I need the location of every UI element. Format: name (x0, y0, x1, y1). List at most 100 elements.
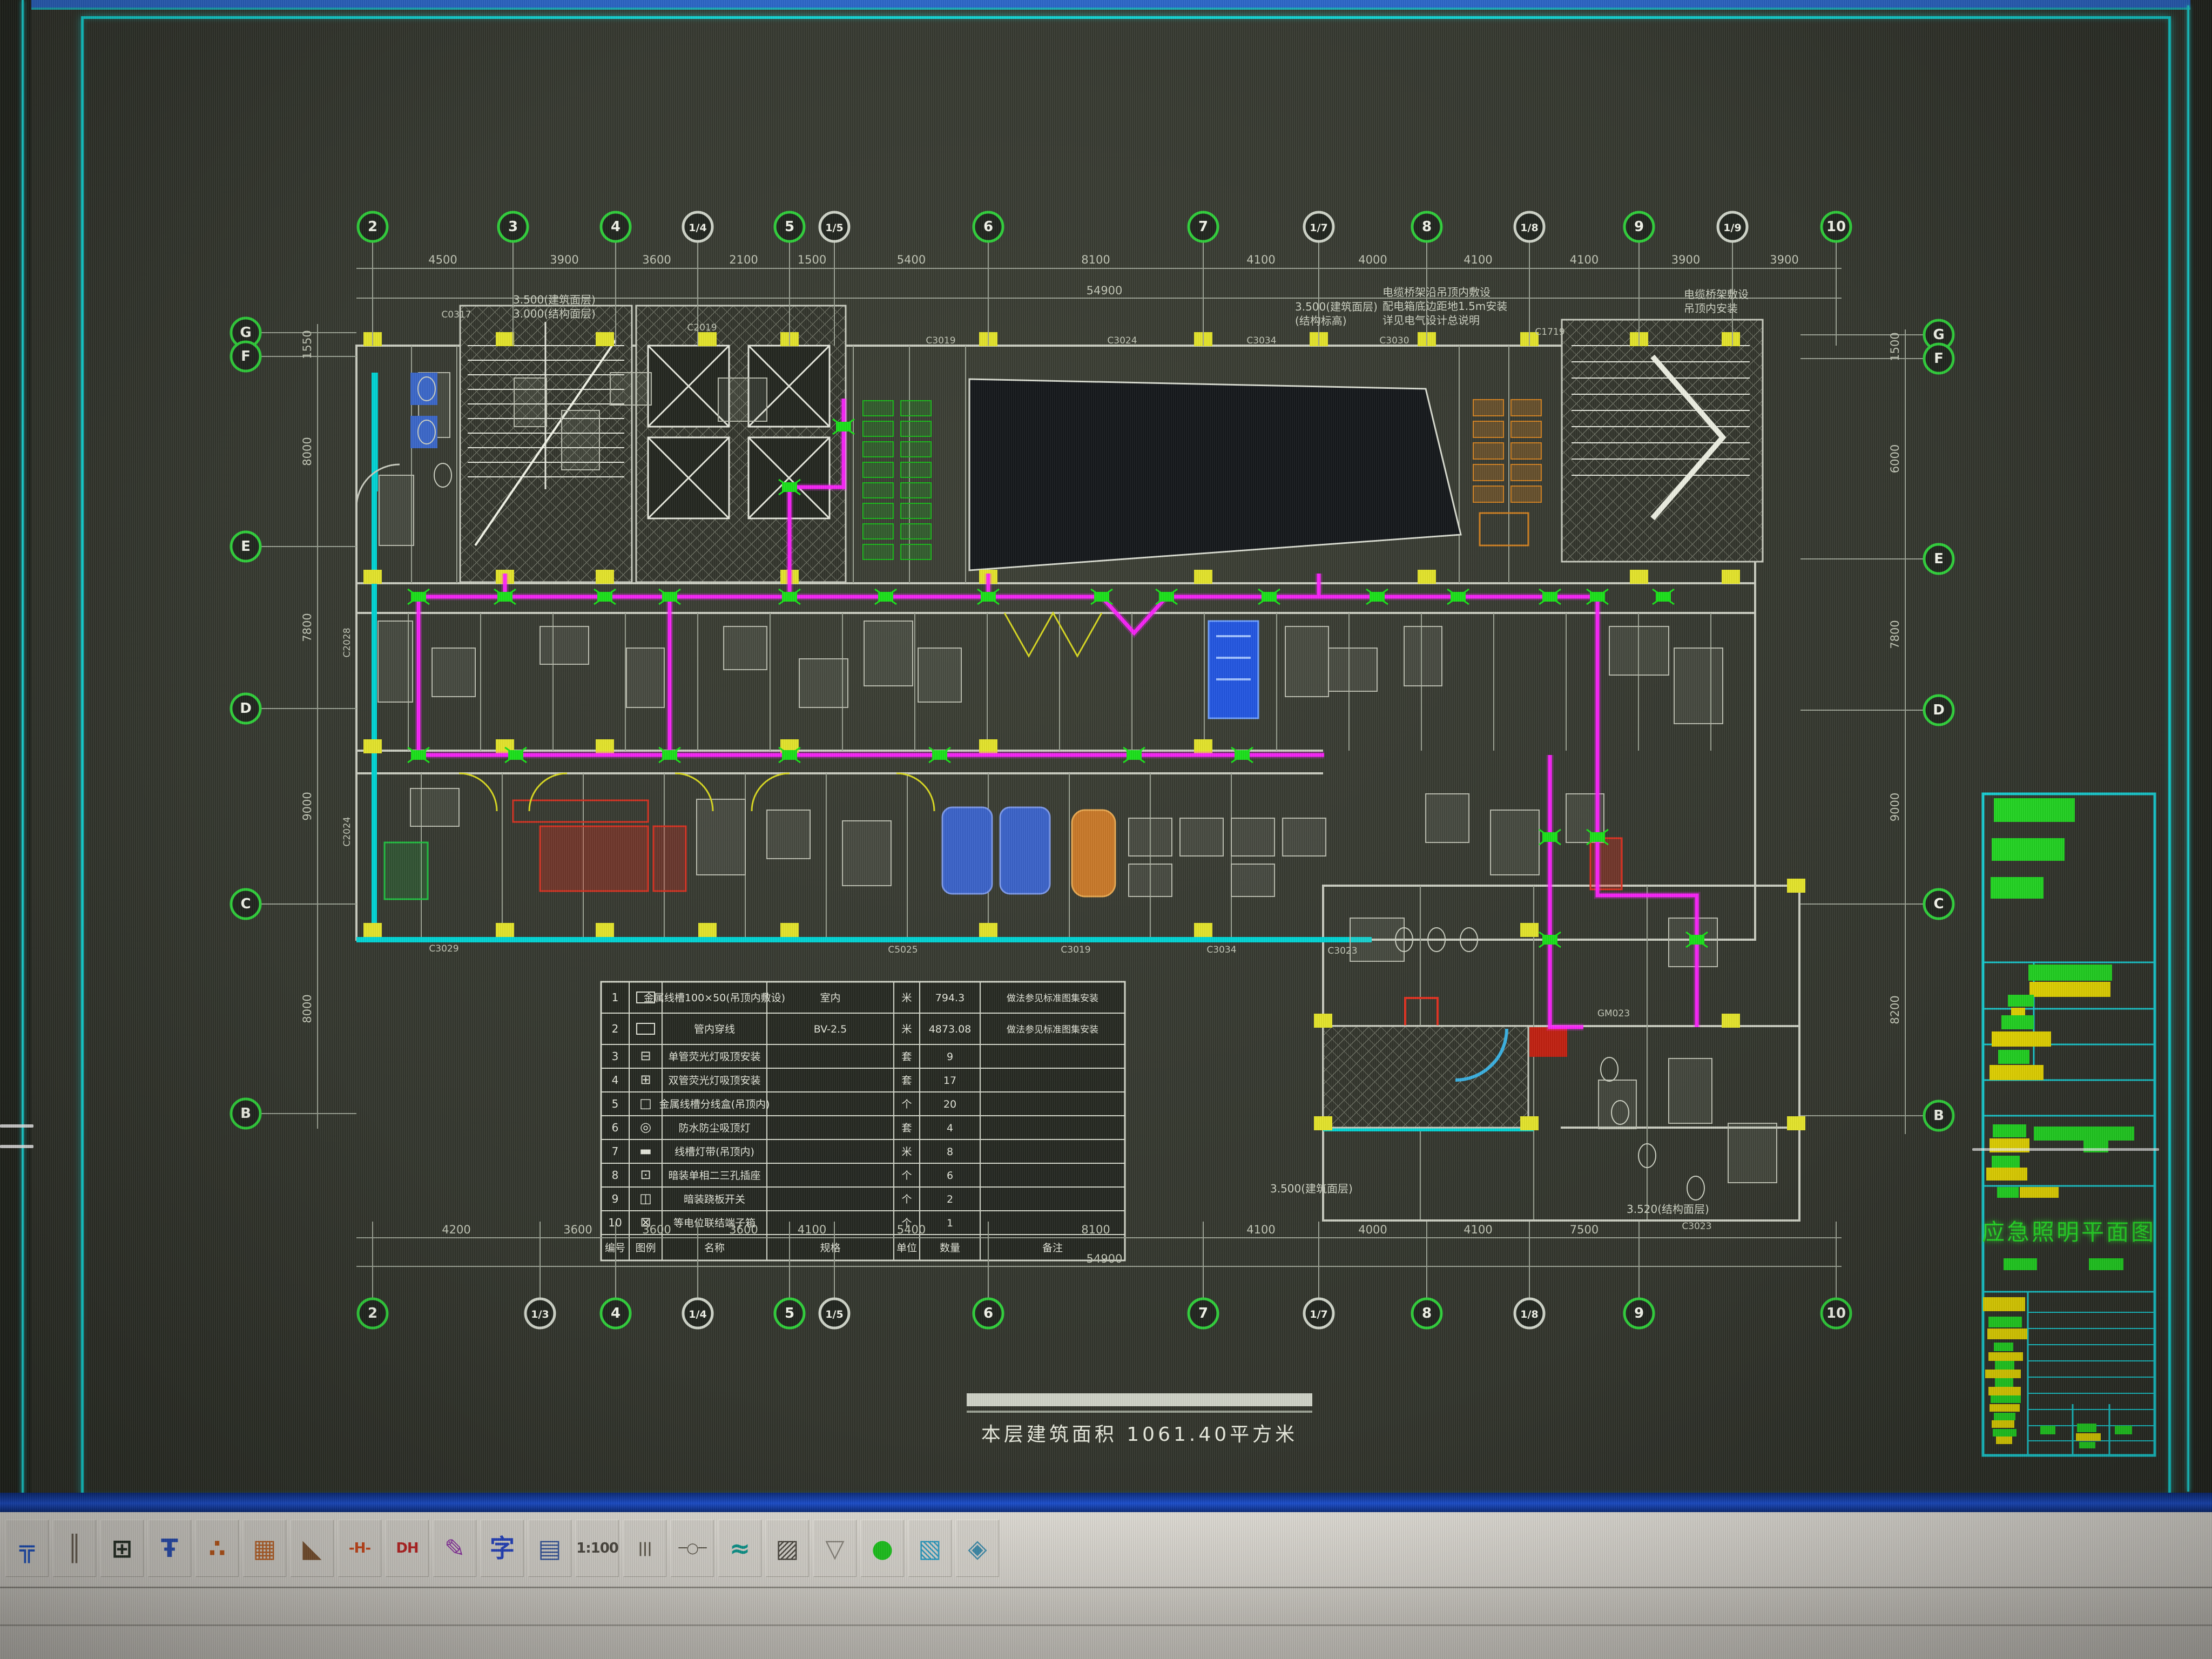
pipe-columns-icon[interactable]: ║ (53, 1520, 96, 1577)
grid-bubble: 6 (974, 212, 1003, 241)
svg-text:9: 9 (1634, 219, 1644, 235)
dimension-label: 8100 (1081, 1223, 1110, 1236)
grid-bubble: 7 (1189, 1299, 1218, 1328)
grid-bubble: E (1924, 544, 1953, 574)
svg-text:1/4: 1/4 (689, 1309, 706, 1320)
stairs-icon[interactable]: ◣ (291, 1520, 334, 1577)
svg-text:1/3: 1/3 (531, 1309, 549, 1320)
render-sphere-icon[interactable]: ● (861, 1520, 904, 1577)
text-style-icon[interactable]: 字 (481, 1520, 524, 1577)
legend-cell: 室内 (820, 992, 840, 1004)
floor-plan-drawing[interactable]: 1金属线槽100×50(吊顶内敷设)室内米794.3做法参见标准图集安装2管内穿… (0, 0, 2212, 1659)
svg-text:F: F (1934, 350, 1944, 367)
circuit-device (1091, 589, 1112, 604)
hatch-edit-icon[interactable]: ▨ (766, 1520, 809, 1577)
title-block-text-bar (2029, 982, 2110, 997)
status-band (0, 1588, 2212, 1659)
legend-cell: 1 (947, 1217, 953, 1229)
title-block-text-bar (1988, 1317, 2022, 1327)
svg-text:1/5: 1/5 (825, 222, 843, 234)
window-tag: C3034 (1246, 335, 1276, 346)
risers-icon[interactable]: ||| (623, 1520, 666, 1577)
grid-bubble: 10 (1822, 212, 1851, 241)
wave-pipe-icon[interactable]: ≈ (718, 1520, 761, 1577)
dimension-label: 4100 (1246, 1223, 1275, 1236)
note-text: 3.500(建筑面层) (1295, 300, 1378, 313)
scale-icon[interactable]: 1:100 (576, 1520, 619, 1577)
legend-cell: 防水防尘吸顶灯 (678, 1122, 750, 1134)
legend-cell: 数量 (940, 1242, 960, 1254)
dimension-label: 8200 (1889, 995, 1901, 1024)
settings-table-icon[interactable]: ▤ (528, 1520, 571, 1577)
grid-bubble: 1/9 (1718, 212, 1747, 241)
cube-3d-icon[interactable]: ▧ (908, 1520, 952, 1577)
legend-cell: 双管荧光灯吸顶安装 (668, 1075, 760, 1087)
grid-bubble: D (231, 694, 260, 723)
node-link-icon[interactable]: ─○─ (671, 1520, 714, 1577)
legend-cell: 套 (901, 1122, 912, 1134)
wave-pipe-icon: ≈ (730, 1536, 751, 1561)
dimension-label: 9000 (1889, 793, 1901, 821)
dh-dimension-icon[interactable]: DH (386, 1520, 429, 1577)
grid-bubble: 1/8 (1515, 212, 1544, 241)
legend-cell: 米 (901, 992, 912, 1004)
legend-cell: 规格 (820, 1242, 840, 1254)
window-tag: C5025 (888, 945, 918, 955)
faucet-icon: ╦ (19, 1536, 35, 1561)
legend-cell: 5 (612, 1097, 619, 1110)
rebar-grid-icon[interactable]: ▦ (243, 1520, 286, 1577)
legend-cell: 套 (901, 1051, 912, 1063)
title-block-text-bar (1983, 1297, 2025, 1311)
window-tag: C3023 (1682, 1221, 1711, 1232)
legend-cell: 4 (612, 1074, 619, 1087)
note-text: 电缆桥架敷设 (1684, 288, 1749, 301)
wall-section-icon[interactable]: -H- (338, 1520, 381, 1577)
svg-text:6: 6 (983, 1305, 993, 1321)
dimension-label: 2100 (729, 253, 758, 266)
cube-3d-icon: ▧ (918, 1536, 941, 1561)
title-block-text-bar (1990, 1138, 2029, 1152)
dimension-label: 3600 (642, 1223, 671, 1236)
grid-bubble: 8 (1412, 1299, 1441, 1328)
dots-node-icon[interactable]: ∴ (195, 1520, 239, 1577)
svg-text:5: 5 (785, 1305, 794, 1321)
faucet-icon[interactable]: ╦ (5, 1520, 49, 1577)
legend-cell: 暗装跷板开关 (684, 1193, 745, 1205)
pipe-columns-icon: ║ (67, 1536, 82, 1561)
legend-table: 1金属线槽100×50(吊顶内敷设)室内米794.3做法参见标准图集安装2管内穿… (601, 982, 1125, 1260)
svg-text:1/9: 1/9 (1723, 222, 1741, 234)
legend-cell: 米 (901, 1146, 912, 1158)
window-tag: C0317 (441, 309, 471, 320)
title-block-text-bar (1990, 1404, 2020, 1412)
cad-screen-photo: 1金属线槽100×50(吊顶内敷设)室内米794.3做法参见标准图集安装2管内穿… (0, 0, 2212, 1659)
grid-bubble: D (1924, 696, 1953, 725)
hall-void (969, 379, 1461, 570)
title-block-text-bar (1997, 1187, 2019, 1198)
window-tag: C3030 (1379, 335, 1409, 346)
note-text: 详见电气设计总说明 (1382, 314, 1480, 327)
grid-bubble: 1/8 (1515, 1299, 1544, 1328)
grid-table-icon[interactable]: ⊞ (100, 1520, 144, 1577)
dh-brush-icon[interactable]: ✎ (433, 1520, 476, 1577)
filter-icon[interactable]: ▽ (813, 1520, 857, 1577)
dimension-tree-icon: Ŧ (161, 1536, 178, 1561)
title-block-text-bar (2077, 1424, 2096, 1432)
node-link-icon: ─○─ (679, 1541, 706, 1555)
circuit-device (875, 589, 896, 604)
iso-cube-icon[interactable]: ◈ (956, 1520, 999, 1577)
legend-cell: 个 (901, 1170, 912, 1182)
svg-text:7: 7 (1198, 1305, 1208, 1321)
dimension-label: 7500 (1570, 1223, 1599, 1236)
dimension-label: 4500 (428, 253, 457, 266)
note-text: 3.500(建筑面层) (1270, 1182, 1353, 1195)
grid-bubble: 1/7 (1304, 212, 1333, 241)
title-block-text-bar (2040, 1426, 2055, 1434)
dimension-label: 8000 (301, 994, 314, 1023)
sheet-area-title: 本层建筑面积 1061.40平方米 (967, 1393, 1312, 1446)
grid-table-icon: ⊞ (112, 1536, 133, 1561)
legend-cell: ⊟ (640, 1048, 651, 1063)
grid-bubble: 1/4 (683, 212, 712, 241)
dimension-label: 3900 (550, 253, 578, 266)
dimension-label: 4100 (1570, 253, 1599, 266)
dimension-tree-icon[interactable]: Ŧ (148, 1520, 191, 1577)
